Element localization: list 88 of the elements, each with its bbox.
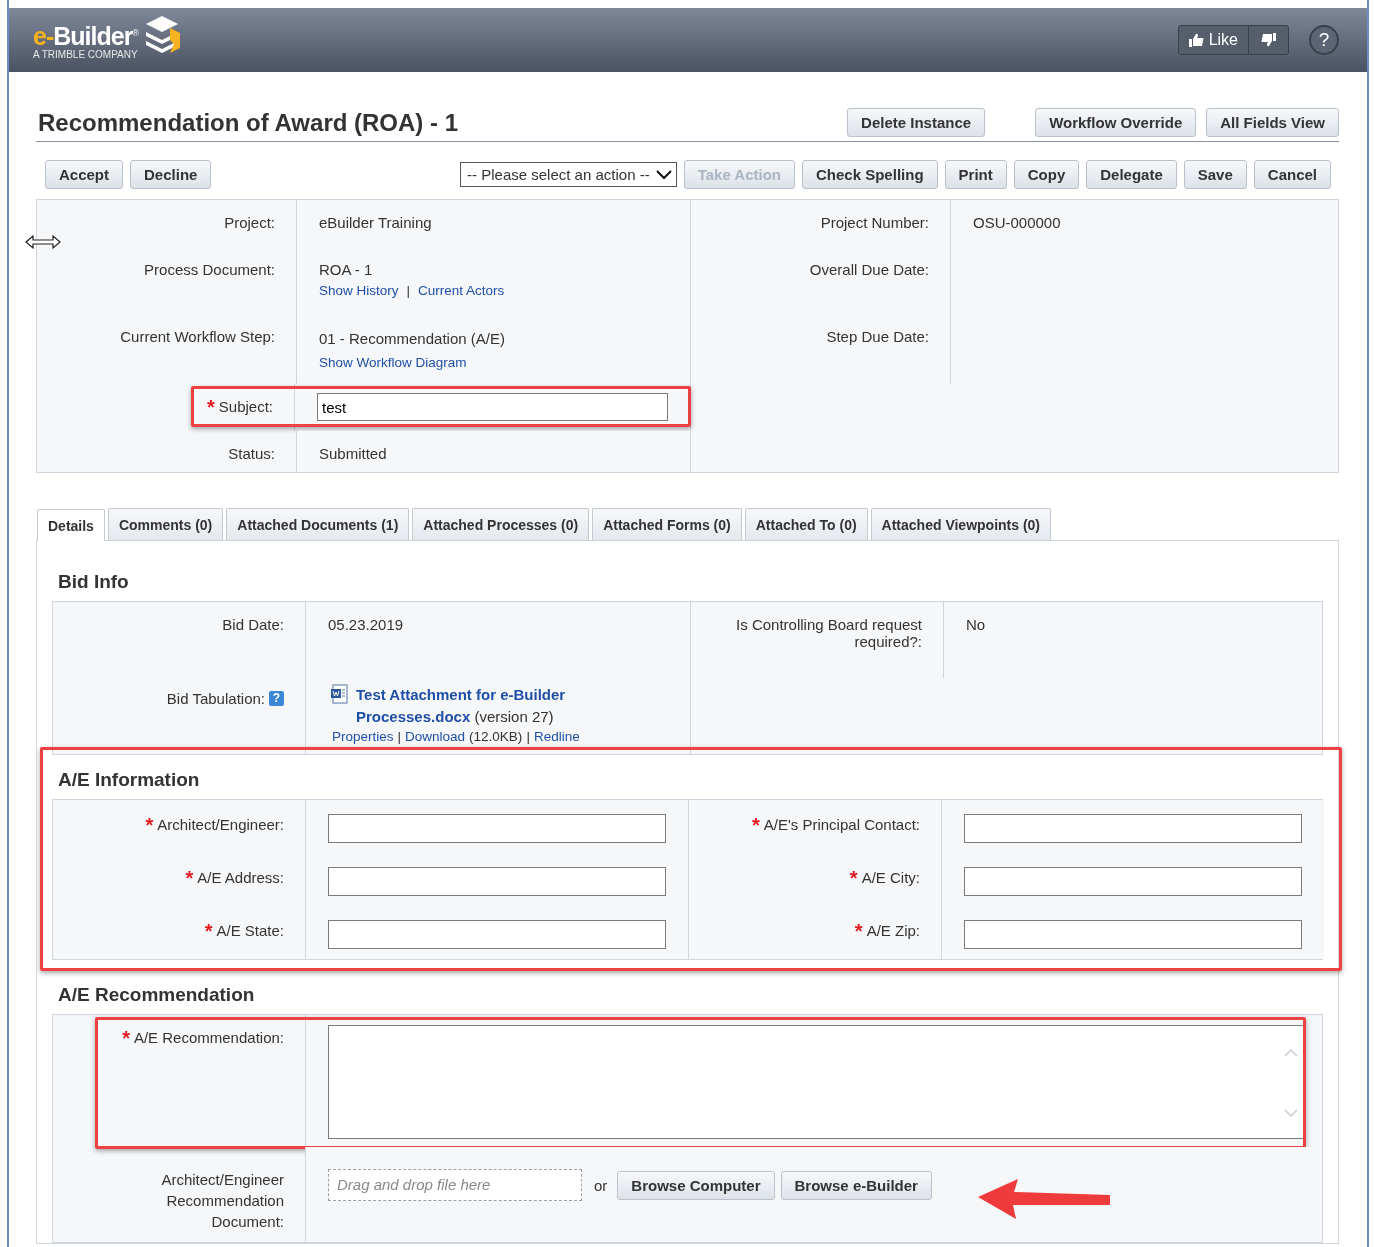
tab[interactable]: Attached Documents (1) xyxy=(226,508,410,540)
field-label: Process Document: xyxy=(144,261,275,278)
required-asterisk: * xyxy=(185,869,194,887)
field-value: Submitted xyxy=(319,445,388,462)
required-asterisk: * xyxy=(207,398,215,416)
field-label: Bid Tabulation: xyxy=(166,690,265,707)
toolbar-button[interactable]: Save xyxy=(1183,160,1247,189)
text-field[interactable] xyxy=(964,920,1302,949)
file-drop-zone[interactable]: Drag and drop file here xyxy=(328,1169,582,1201)
field-label: Architect/Engineer: xyxy=(157,816,284,833)
help-icon[interactable]: ? xyxy=(269,691,284,706)
field-label: Project Number: xyxy=(820,214,929,231)
file-size: (12.0KB) xyxy=(469,729,523,744)
field-value: ROA - 1 xyxy=(319,261,374,278)
text-link[interactable]: Download xyxy=(405,729,466,744)
field-label: Overall Due Date: xyxy=(809,261,929,278)
tab[interactable]: Attached Viewpoints (0) xyxy=(870,508,1052,540)
required-asterisk: * xyxy=(751,816,760,834)
field-value: OSU-000000 xyxy=(973,214,1062,231)
required-asterisk: * xyxy=(204,922,213,940)
or-text: or xyxy=(594,1176,608,1194)
field-label: A/E Address: xyxy=(197,869,284,886)
text-link[interactable]: Show History xyxy=(319,283,399,298)
toolbar-button[interactable]: Accept xyxy=(45,160,124,189)
field-label: Current Workflow Step: xyxy=(120,328,275,345)
text-field[interactable] xyxy=(328,867,666,896)
browse-button[interactable]: Browse Computer xyxy=(617,1170,775,1200)
scroll-arrows-icon xyxy=(1283,1048,1299,1118)
link-separator: | xyxy=(526,729,530,744)
field-label: Step Due Date: xyxy=(826,328,929,345)
attachment-link[interactable]: Test Attachment for e-Builder Processes.docx (version 27) xyxy=(356,684,626,728)
field-label: A/E Recommendation: xyxy=(133,1029,284,1046)
field-label: Is Controlling Board request required?: xyxy=(735,616,922,650)
toolbar-button[interactable]: Workflow Override xyxy=(1035,108,1197,137)
text-field[interactable] xyxy=(328,920,666,949)
field-label: Subject: xyxy=(218,398,273,415)
text-field[interactable] xyxy=(964,814,1302,843)
required-asterisk: * xyxy=(854,922,863,940)
field-label: A/E's Principal Contact: xyxy=(763,816,920,833)
required-asterisk: * xyxy=(145,816,154,834)
text-field[interactable]: test xyxy=(317,393,668,421)
field-label: A/E Zip: xyxy=(866,922,920,939)
field-label: Bid Date: xyxy=(222,616,284,633)
section-heading: Bid Info xyxy=(58,571,130,593)
link-separator: | xyxy=(397,729,402,744)
logo-text[interactable]: e-Builder$^{®}$ xyxy=(33,19,138,50)
thumbs-down-icon xyxy=(1261,33,1276,47)
text-field[interactable] xyxy=(328,814,666,843)
field-label: A/E State: xyxy=(216,922,284,939)
text-link[interactable]: Redline xyxy=(533,729,580,744)
field-value: 01 - Recommendation (A/E) Show Workflow Diagram xyxy=(319,329,506,372)
required-asterisk: * xyxy=(849,869,858,887)
show-workflow-link[interactable]: Show Workflow Diagram xyxy=(319,355,467,370)
tab[interactable]: Comments (0) xyxy=(107,508,224,540)
required-asterisk: * xyxy=(122,1029,130,1047)
page-title: Recommendation of Award (ROA) - 1 xyxy=(38,109,459,137)
toolbar-button[interactable]: Delegate xyxy=(1086,160,1177,189)
text-link[interactable]: Current Actors xyxy=(418,283,505,298)
tab[interactable]: Details xyxy=(37,509,105,541)
field-value: 05.23.2019 xyxy=(328,616,405,633)
link-separator: | xyxy=(406,283,411,298)
section-heading: A/E Information xyxy=(58,769,201,791)
section-heading: A/E Recommendation xyxy=(58,984,256,1006)
help-button[interactable]: ? xyxy=(1309,25,1339,55)
toolbar-button[interactable]: Cancel xyxy=(1253,160,1331,189)
toolbar-button[interactable]: Delete Instance xyxy=(847,108,986,137)
action-dropdown[interactable]: -- Please select an action -- xyxy=(460,162,677,187)
toolbar-button[interactable]: Print xyxy=(944,160,1007,189)
document-icon xyxy=(330,684,350,704)
field-label: Status: xyxy=(228,445,275,462)
chevron-down-icon xyxy=(655,169,672,180)
field-value: eBuilder Training xyxy=(319,214,433,231)
field-label: Project: xyxy=(224,214,275,231)
toolbar-button[interactable]: Check Spelling xyxy=(802,160,938,189)
toolbar-button[interactable]: Decline xyxy=(130,160,212,189)
text-field[interactable] xyxy=(964,867,1302,896)
thumbs-up-icon xyxy=(1188,33,1204,47)
field-label: A/E City: xyxy=(861,869,920,886)
toolbar-button[interactable]: Copy xyxy=(1013,160,1080,189)
field-value: No xyxy=(966,616,987,633)
tab[interactable]: Attached Processes (0) xyxy=(412,508,590,540)
toolbar-button[interactable]: All Fields View xyxy=(1206,108,1339,137)
logo-tagline: A TRIMBLE COMPANY xyxy=(33,49,138,61)
browse-button[interactable]: Browse e-Builder xyxy=(780,1170,932,1200)
tab[interactable]: Attached To (0) xyxy=(744,508,868,540)
field-label: Architect/Engineer Recommendation Document: xyxy=(160,1170,284,1232)
tab[interactable]: Attached Forms (0) xyxy=(592,508,742,540)
text-link[interactable]: Properties xyxy=(332,729,394,744)
